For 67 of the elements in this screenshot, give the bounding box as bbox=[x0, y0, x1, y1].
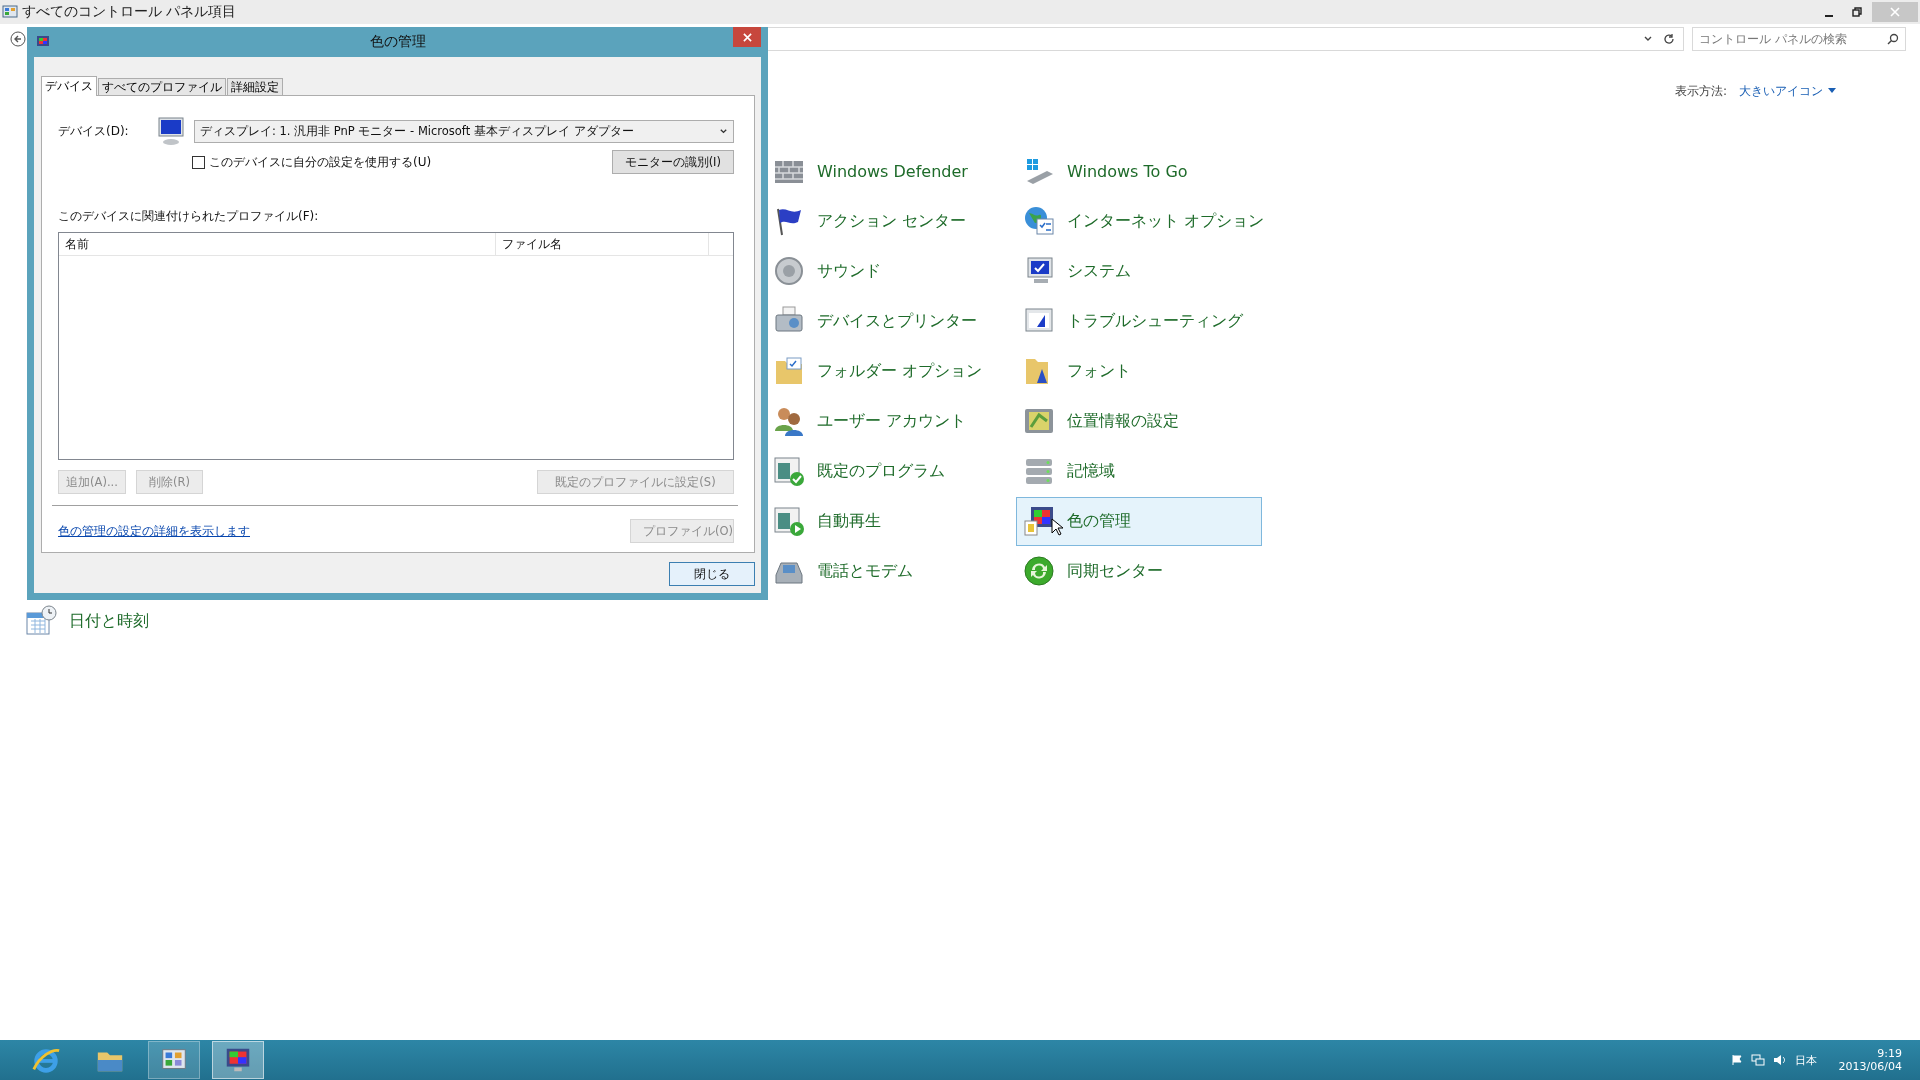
view-by-dropdown[interactable]: 大きいアイコン bbox=[1739, 82, 1836, 100]
window-icon bbox=[773, 455, 805, 487]
taskbar-app[interactable] bbox=[148, 1041, 200, 1079]
refresh-icon[interactable] bbox=[1663, 33, 1675, 45]
flag-icon[interactable] bbox=[1730, 1054, 1743, 1066]
network-icon[interactable] bbox=[1750, 1054, 1765, 1066]
use-settings-checkbox[interactable]: このデバイスに自分の設定を使用する(U) bbox=[192, 153, 432, 171]
control-panel-item[interactable]: フォルダー オプション bbox=[766, 346, 1012, 396]
details-link[interactable]: 色の管理の設定の詳細を表示します bbox=[58, 522, 250, 540]
window-icon bbox=[773, 505, 805, 537]
control-panel-item[interactable]: 同期センター bbox=[1016, 546, 1262, 596]
control-panel-item[interactable]: トラブルシューティング bbox=[1016, 296, 1262, 346]
monitor-icon bbox=[36, 35, 50, 49]
control-panel-item[interactable]: 色の管理 bbox=[1016, 496, 1262, 546]
tab[interactable]: 詳細設定 bbox=[227, 78, 283, 95]
device-dropdown[interactable]: ディスプレイ: 1. 汎用非 PnP モニター - Microsoft 基本ディスプレイ アダプター bbox=[194, 119, 734, 143]
profiles-label: このデバイスに関連付けられたプロファイル(F): bbox=[58, 208, 320, 225]
close-icon bbox=[1890, 7, 1900, 17]
close-icon bbox=[742, 32, 752, 42]
identify-monitor-button[interactable]: モニターの識別(I) bbox=[611, 150, 734, 174]
sync-icon bbox=[1023, 555, 1055, 587]
control-panel-item[interactable]: 日付と時刻 bbox=[18, 596, 762, 646]
dialog-title: 色の管理 bbox=[369, 33, 426, 51]
control-panel-item[interactable]: サウンド bbox=[766, 246, 1012, 296]
minimize-icon bbox=[1825, 15, 1833, 17]
close-dialog-button[interactable]: 閉じる bbox=[669, 562, 755, 586]
restore-icon bbox=[1852, 7, 1862, 17]
control-panel-item[interactable]: フォント bbox=[1016, 346, 1262, 396]
control-panel-item[interactable]: 電話とモデム bbox=[766, 546, 1012, 596]
column-header[interactable]: 名前 bbox=[59, 233, 496, 255]
monitor-icon bbox=[156, 116, 186, 146]
caret-icon bbox=[1828, 88, 1836, 94]
profile-list[interactable]: 名前 ファイル名 bbox=[58, 232, 734, 460]
back-button[interactable] bbox=[10, 31, 26, 47]
control-panel-item[interactable]: 自動再生 bbox=[766, 496, 1012, 546]
search-field[interactable]: コントロール パネルの検索 bbox=[1692, 27, 1906, 51]
speaker-icon bbox=[773, 255, 805, 287]
tab[interactable]: すべてのプロファイル bbox=[98, 78, 226, 95]
close-button[interactable] bbox=[733, 27, 761, 47]
language-indicator[interactable]: 日本 bbox=[1794, 1052, 1817, 1068]
control-panel-item[interactable]: Windows Defender bbox=[766, 146, 1012, 196]
control-panel-icon bbox=[2, 4, 18, 20]
control-panel-item[interactable]: システム bbox=[1016, 246, 1262, 296]
calendar-icon bbox=[25, 605, 57, 637]
control-panel-item[interactable]: アクション センター bbox=[766, 196, 1012, 246]
control-panel-item[interactable]: Windows To Go bbox=[1016, 146, 1262, 196]
control-panel-item[interactable]: インターネット オプション bbox=[1016, 196, 1262, 246]
volume-icon[interactable] bbox=[1772, 1054, 1787, 1066]
view-by-label: 表示方法: bbox=[1674, 82, 1727, 100]
search-icon bbox=[1887, 33, 1899, 45]
cursor-icon bbox=[1051, 517, 1063, 536]
control-panel-item[interactable]: 記憶域 bbox=[1016, 446, 1262, 496]
users-icon bbox=[773, 405, 805, 437]
window-title: すべてのコントロール パネル項目 bbox=[22, 3, 237, 21]
device-label: デバイス(D): bbox=[58, 122, 130, 140]
taskbar-app[interactable] bbox=[212, 1041, 264, 1079]
folder-icon bbox=[773, 355, 805, 387]
clock-date[interactable]: 2013/06/04 bbox=[1838, 1060, 1902, 1073]
control-panel-item[interactable]: デバイスとプリンター bbox=[766, 296, 1012, 346]
globe-icon bbox=[1023, 205, 1055, 237]
column-header[interactable]: ファイル名 bbox=[496, 233, 709, 255]
tab[interactable]: デバイス bbox=[41, 76, 97, 96]
monitor-icon bbox=[1023, 505, 1055, 537]
control-panel-item[interactable]: 既定のプログラム bbox=[766, 446, 1012, 496]
control-panel-item[interactable]: 位置情報の設定 bbox=[1016, 396, 1262, 446]
control-panel-item[interactable]: ユーザー アカウント bbox=[766, 396, 1012, 446]
clock-time[interactable]: 9:19 bbox=[1877, 1047, 1902, 1060]
